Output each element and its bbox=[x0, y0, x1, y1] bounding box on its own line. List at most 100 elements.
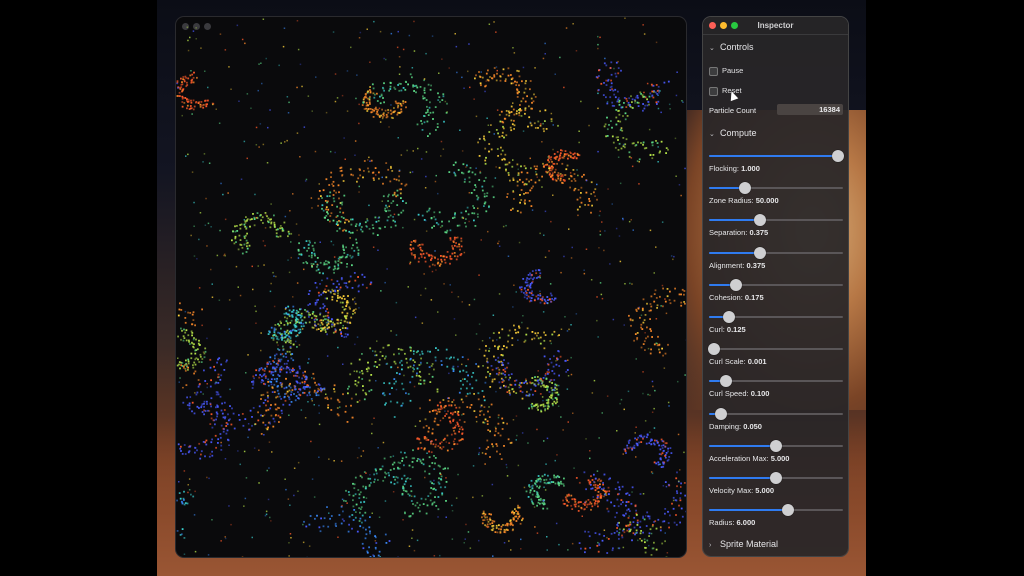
particle bbox=[483, 519, 486, 521]
particle bbox=[603, 487, 605, 490]
slider-acceleration-max[interactable] bbox=[709, 439, 843, 452]
particle bbox=[442, 439, 445, 441]
slider-velocity-max[interactable] bbox=[709, 472, 843, 484]
slider-knob[interactable] bbox=[753, 214, 766, 227]
slider-knob[interactable] bbox=[715, 407, 728, 420]
section-controls[interactable]: ⌄ Controls bbox=[709, 42, 754, 52]
particle bbox=[289, 342, 292, 345]
particle bbox=[493, 75, 496, 78]
particle bbox=[444, 100, 447, 103]
particle bbox=[321, 323, 324, 326]
particle bbox=[491, 368, 494, 371]
particle bbox=[452, 247, 454, 250]
particle bbox=[502, 372, 505, 375]
particle bbox=[511, 337, 514, 340]
slider-curl[interactable] bbox=[709, 311, 843, 323]
particle bbox=[489, 519, 492, 521]
particle bbox=[350, 397, 353, 400]
particle bbox=[390, 330, 392, 332]
section-compute[interactable]: ⌄ Compute bbox=[709, 128, 757, 138]
slider-separation[interactable] bbox=[709, 214, 843, 227]
particle bbox=[322, 388, 325, 390]
particle bbox=[472, 205, 474, 207]
particle bbox=[497, 356, 500, 359]
particle bbox=[493, 21, 495, 23]
particle bbox=[486, 192, 489, 195]
particle bbox=[191, 323, 193, 326]
particle bbox=[653, 461, 656, 464]
particle bbox=[317, 394, 320, 397]
particle bbox=[628, 442, 630, 444]
particle bbox=[394, 478, 396, 481]
particle bbox=[338, 227, 341, 230]
slider-damping[interactable] bbox=[709, 407, 843, 420]
particle bbox=[469, 406, 472, 409]
particle bbox=[462, 378, 464, 380]
particle bbox=[474, 77, 476, 80]
particle bbox=[223, 401, 226, 404]
particle bbox=[437, 508, 440, 511]
slider-knob[interactable] bbox=[753, 246, 766, 259]
particle bbox=[513, 284, 515, 286]
particle bbox=[391, 170, 394, 172]
particle bbox=[307, 385, 309, 388]
particle bbox=[649, 303, 652, 305]
particle bbox=[617, 522, 619, 524]
particle bbox=[343, 520, 345, 522]
particle bbox=[320, 517, 322, 520]
particle bbox=[466, 206, 469, 209]
slider-zone-radius[interactable] bbox=[709, 182, 843, 195]
particle bbox=[437, 92, 439, 95]
particle bbox=[398, 373, 401, 375]
particle bbox=[358, 37, 361, 39]
particle bbox=[337, 292, 339, 295]
particle bbox=[399, 192, 402, 195]
particle bbox=[502, 121, 505, 124]
slider-knob[interactable] bbox=[770, 439, 782, 452]
pause-checkbox-row[interactable]: Pause bbox=[709, 66, 743, 76]
slider-knob[interactable] bbox=[831, 150, 844, 162]
particle bbox=[550, 120, 553, 123]
particle bbox=[183, 499, 185, 501]
particle bbox=[424, 287, 427, 290]
particle bbox=[558, 157, 561, 160]
particle bbox=[469, 392, 471, 395]
particle bbox=[613, 93, 616, 96]
reset-checkbox[interactable] bbox=[709, 86, 718, 96]
particle-count-field[interactable]: 16384 bbox=[777, 104, 843, 115]
slider-knob[interactable] bbox=[708, 343, 721, 356]
particle bbox=[680, 507, 683, 510]
slider-flocking[interactable] bbox=[709, 150, 844, 162]
slider-curl-speed[interactable] bbox=[709, 375, 843, 388]
particle-render-window[interactable] bbox=[176, 17, 686, 557]
slider-cohesion[interactable] bbox=[709, 278, 843, 291]
slider-knob[interactable] bbox=[723, 311, 736, 323]
particle bbox=[205, 439, 208, 442]
pause-checkbox[interactable] bbox=[709, 66, 718, 76]
particle bbox=[536, 493, 538, 496]
particle bbox=[599, 493, 602, 495]
particle bbox=[556, 155, 558, 158]
particle bbox=[409, 346, 412, 349]
slider-knob[interactable] bbox=[739, 182, 752, 195]
slider-knob[interactable] bbox=[782, 504, 795, 517]
particle bbox=[340, 169, 343, 172]
slider-radius[interactable] bbox=[709, 504, 843, 517]
particle bbox=[462, 217, 465, 219]
particle bbox=[317, 204, 319, 207]
slider-alignment[interactable] bbox=[709, 246, 843, 259]
particle bbox=[649, 318, 651, 320]
slider-knob[interactable] bbox=[770, 472, 782, 484]
particle bbox=[491, 520, 494, 522]
section-sprite-material[interactable]: › Sprite Material bbox=[709, 539, 778, 549]
particle bbox=[257, 419, 260, 422]
particle bbox=[683, 482, 686, 484]
particle bbox=[640, 314, 643, 316]
particle bbox=[348, 515, 351, 518]
slider-knob[interactable] bbox=[720, 375, 733, 388]
slider-curl-scale[interactable] bbox=[708, 343, 843, 356]
particle bbox=[413, 385, 416, 388]
slider-knob[interactable] bbox=[729, 278, 742, 291]
particle bbox=[264, 367, 267, 370]
particle bbox=[268, 330, 271, 333]
